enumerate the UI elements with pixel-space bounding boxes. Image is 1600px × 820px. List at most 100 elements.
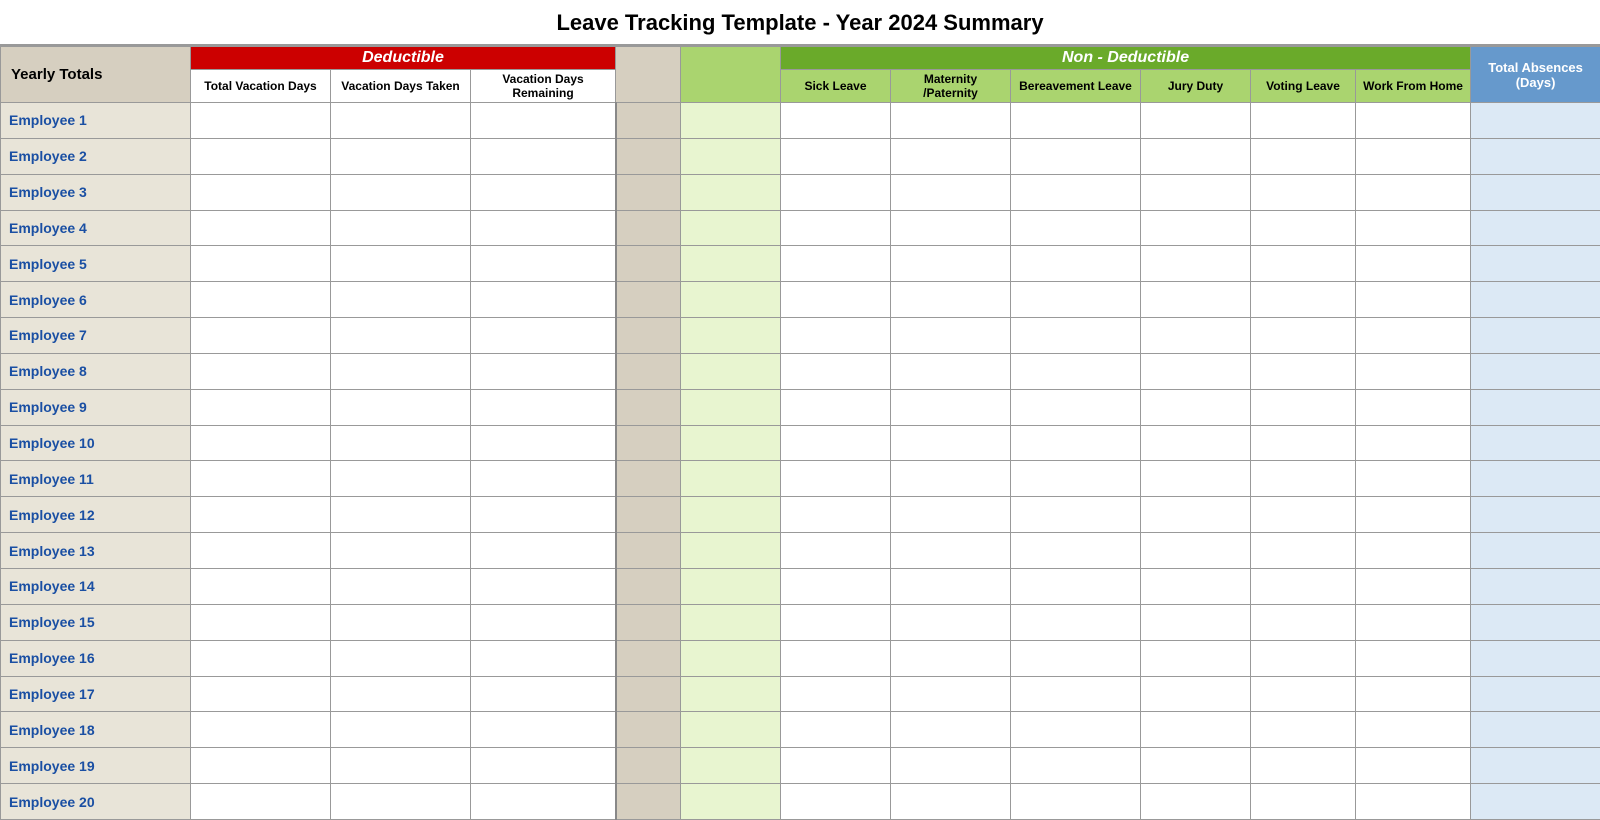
fmla-data-cell[interactable] xyxy=(681,425,781,461)
employee-name-cell[interactable]: Employee 8 xyxy=(1,353,191,389)
non-deductible-data-cell[interactable] xyxy=(781,712,891,748)
fmla-data-cell[interactable] xyxy=(681,784,781,820)
deductible-data-cell[interactable] xyxy=(331,103,471,139)
total-absences-data-cell[interactable] xyxy=(1471,389,1600,425)
deductible-data-cell[interactable] xyxy=(471,138,616,174)
employee-name-cell[interactable]: Employee 6 xyxy=(1,282,191,318)
non-deductible-data-cell[interactable] xyxy=(1356,210,1471,246)
non-deductible-data-cell[interactable] xyxy=(891,318,1011,354)
deductible-data-cell[interactable] xyxy=(331,246,471,282)
deductible-data-cell[interactable] xyxy=(331,568,471,604)
non-deductible-data-cell[interactable] xyxy=(1356,103,1471,139)
non-deductible-data-cell[interactable] xyxy=(1141,353,1251,389)
non-deductible-data-cell[interactable] xyxy=(1141,103,1251,139)
fmla-data-cell[interactable] xyxy=(681,640,781,676)
non-deductible-data-cell[interactable] xyxy=(1011,568,1141,604)
total-absences-data-cell[interactable] xyxy=(1471,425,1600,461)
non-deductible-data-cell[interactable] xyxy=(781,174,891,210)
non-deductible-data-cell[interactable] xyxy=(1011,246,1141,282)
non-deductible-data-cell[interactable] xyxy=(1251,604,1356,640)
employee-name-cell[interactable]: Employee 20 xyxy=(1,784,191,820)
total-absences-data-cell[interactable] xyxy=(1471,461,1600,497)
non-deductible-data-cell[interactable] xyxy=(1011,604,1141,640)
fmla-data-cell[interactable] xyxy=(681,174,781,210)
non-deductible-data-cell[interactable] xyxy=(1011,210,1141,246)
employee-name-cell[interactable]: Employee 19 xyxy=(1,748,191,784)
non-deductible-data-cell[interactable] xyxy=(1141,676,1251,712)
fmla-data-cell[interactable] xyxy=(681,389,781,425)
employee-name-cell[interactable]: Employee 2 xyxy=(1,138,191,174)
total-absences-data-cell[interactable] xyxy=(1471,568,1600,604)
total-absences-data-cell[interactable] xyxy=(1471,246,1600,282)
non-deductible-data-cell[interactable] xyxy=(1251,497,1356,533)
non-deductible-data-cell[interactable] xyxy=(1251,425,1356,461)
non-deductible-data-cell[interactable] xyxy=(891,712,1011,748)
total-absences-data-cell[interactable] xyxy=(1471,712,1600,748)
non-deductible-data-cell[interactable] xyxy=(891,748,1011,784)
non-deductible-data-cell[interactable] xyxy=(1011,497,1141,533)
non-deductible-data-cell[interactable] xyxy=(1251,353,1356,389)
non-deductible-data-cell[interactable] xyxy=(1141,174,1251,210)
non-deductible-data-cell[interactable] xyxy=(891,103,1011,139)
total-absences-data-cell[interactable] xyxy=(1471,353,1600,389)
deductible-data-cell[interactable] xyxy=(331,282,471,318)
fmla-data-cell[interactable] xyxy=(681,676,781,712)
non-deductible-data-cell[interactable] xyxy=(1141,784,1251,820)
employee-name-cell[interactable]: Employee 9 xyxy=(1,389,191,425)
non-deductible-data-cell[interactable] xyxy=(1356,282,1471,318)
non-deductible-data-cell[interactable] xyxy=(1011,389,1141,425)
non-deductible-data-cell[interactable] xyxy=(1011,282,1141,318)
non-deductible-data-cell[interactable] xyxy=(1011,461,1141,497)
fmla-data-cell[interactable] xyxy=(681,210,781,246)
deductible-data-cell[interactable] xyxy=(471,425,616,461)
non-deductible-data-cell[interactable] xyxy=(1356,138,1471,174)
deductible-data-cell[interactable] xyxy=(191,568,331,604)
total-absences-data-cell[interactable] xyxy=(1471,497,1600,533)
fmla-data-cell[interactable] xyxy=(681,568,781,604)
non-deductible-data-cell[interactable] xyxy=(891,425,1011,461)
total-absences-data-cell[interactable] xyxy=(1471,210,1600,246)
non-deductible-data-cell[interactable] xyxy=(1356,640,1471,676)
non-deductible-data-cell[interactable] xyxy=(891,138,1011,174)
non-deductible-data-cell[interactable] xyxy=(1251,103,1356,139)
fmla-data-cell[interactable] xyxy=(681,712,781,748)
deductible-data-cell[interactable] xyxy=(471,676,616,712)
non-deductible-data-cell[interactable] xyxy=(781,784,891,820)
non-deductible-data-cell[interactable] xyxy=(1251,246,1356,282)
total-absences-data-cell[interactable] xyxy=(1471,318,1600,354)
deductible-data-cell[interactable] xyxy=(471,282,616,318)
deductible-data-cell[interactable] xyxy=(191,497,331,533)
deductible-data-cell[interactable] xyxy=(471,712,616,748)
employee-name-cell[interactable]: Employee 7 xyxy=(1,318,191,354)
total-absences-data-cell[interactable] xyxy=(1471,676,1600,712)
deductible-data-cell[interactable] xyxy=(471,103,616,139)
deductible-data-cell[interactable] xyxy=(331,138,471,174)
non-deductible-data-cell[interactable] xyxy=(781,425,891,461)
non-deductible-data-cell[interactable] xyxy=(1141,318,1251,354)
non-deductible-data-cell[interactable] xyxy=(1356,497,1471,533)
non-deductible-data-cell[interactable] xyxy=(1011,533,1141,569)
non-deductible-data-cell[interactable] xyxy=(1251,210,1356,246)
deductible-data-cell[interactable] xyxy=(331,461,471,497)
non-deductible-data-cell[interactable] xyxy=(1011,174,1141,210)
non-deductible-data-cell[interactable] xyxy=(781,318,891,354)
non-deductible-data-cell[interactable] xyxy=(891,246,1011,282)
non-deductible-data-cell[interactable] xyxy=(891,174,1011,210)
non-deductible-data-cell[interactable] xyxy=(1251,389,1356,425)
non-deductible-data-cell[interactable] xyxy=(891,210,1011,246)
deductible-data-cell[interactable] xyxy=(191,461,331,497)
deductible-data-cell[interactable] xyxy=(331,210,471,246)
non-deductible-data-cell[interactable] xyxy=(1251,282,1356,318)
non-deductible-data-cell[interactable] xyxy=(891,497,1011,533)
non-deductible-data-cell[interactable] xyxy=(781,604,891,640)
fmla-data-cell[interactable] xyxy=(681,103,781,139)
non-deductible-data-cell[interactable] xyxy=(1251,784,1356,820)
deductible-data-cell[interactable] xyxy=(191,138,331,174)
employee-name-cell[interactable]: Employee 10 xyxy=(1,425,191,461)
deductible-data-cell[interactable] xyxy=(191,246,331,282)
deductible-data-cell[interactable] xyxy=(191,676,331,712)
deductible-data-cell[interactable] xyxy=(191,389,331,425)
deductible-data-cell[interactable] xyxy=(191,282,331,318)
non-deductible-data-cell[interactable] xyxy=(1251,712,1356,748)
non-deductible-data-cell[interactable] xyxy=(1141,497,1251,533)
